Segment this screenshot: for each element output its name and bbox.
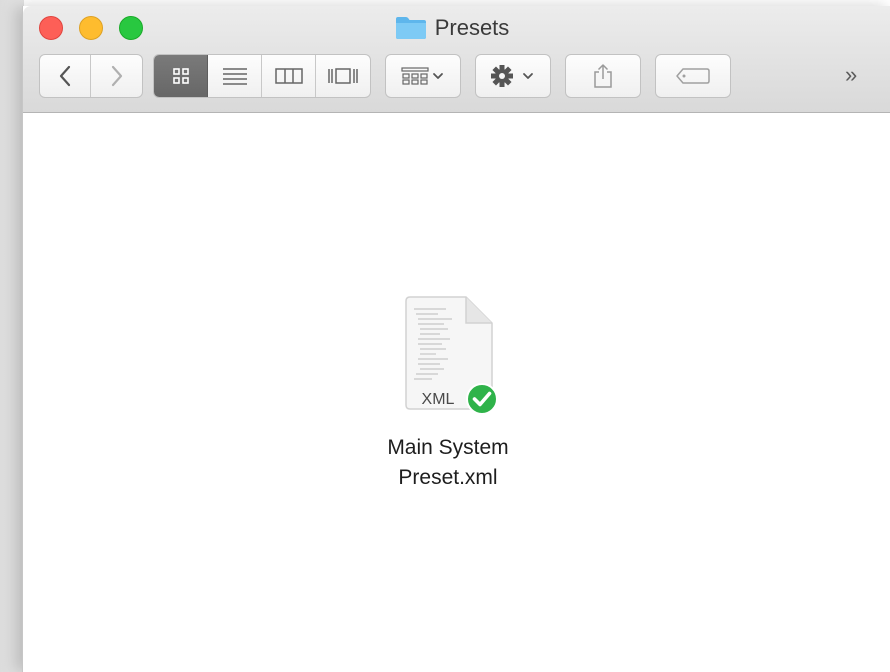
action-button[interactable]	[475, 54, 551, 98]
arrange-button[interactable]	[385, 54, 461, 98]
arrange-icon	[401, 67, 443, 85]
icon-view-button[interactable]	[154, 55, 208, 97]
share-button[interactable]	[565, 54, 641, 98]
title-bar: Presets	[23, 14, 890, 42]
chevron-left-icon	[59, 65, 71, 87]
chevron-right-icon	[111, 65, 122, 87]
file-type-label: XML	[422, 391, 455, 408]
tag-icon	[676, 68, 710, 84]
finder-window: Presets » XML Main System Preset.xml	[22, 6, 890, 672]
columns-icon	[274, 68, 303, 84]
column-view-button[interactable]	[262, 55, 316, 97]
window-title: Presets	[434, 15, 510, 40]
folder-icon	[395, 17, 426, 39]
file-name: Main System Preset.xml	[387, 436, 509, 489]
grid-icon	[172, 68, 189, 84]
file-item[interactable]: XML Main System Preset.xml	[353, 293, 543, 493]
toolbar-overflow-button[interactable]: »	[845, 62, 857, 88]
back-button[interactable]	[40, 55, 92, 97]
view-switcher	[153, 54, 371, 98]
file-area: XML Main System Preset.xml	[23, 113, 890, 672]
gallery-view-button[interactable]	[316, 55, 370, 97]
share-icon	[594, 64, 612, 88]
xml-document-icon: XML	[405, 296, 498, 415]
gear-icon	[491, 65, 533, 87]
list-view-button[interactable]	[208, 55, 262, 97]
synced-check-icon	[466, 383, 498, 415]
forward-button[interactable]	[91, 55, 142, 97]
list-icon	[222, 68, 247, 85]
tags-button[interactable]	[655, 54, 731, 98]
navigation-group	[39, 54, 143, 98]
gallery-icon	[328, 68, 358, 84]
toolbar: Presets »	[23, 6, 890, 113]
